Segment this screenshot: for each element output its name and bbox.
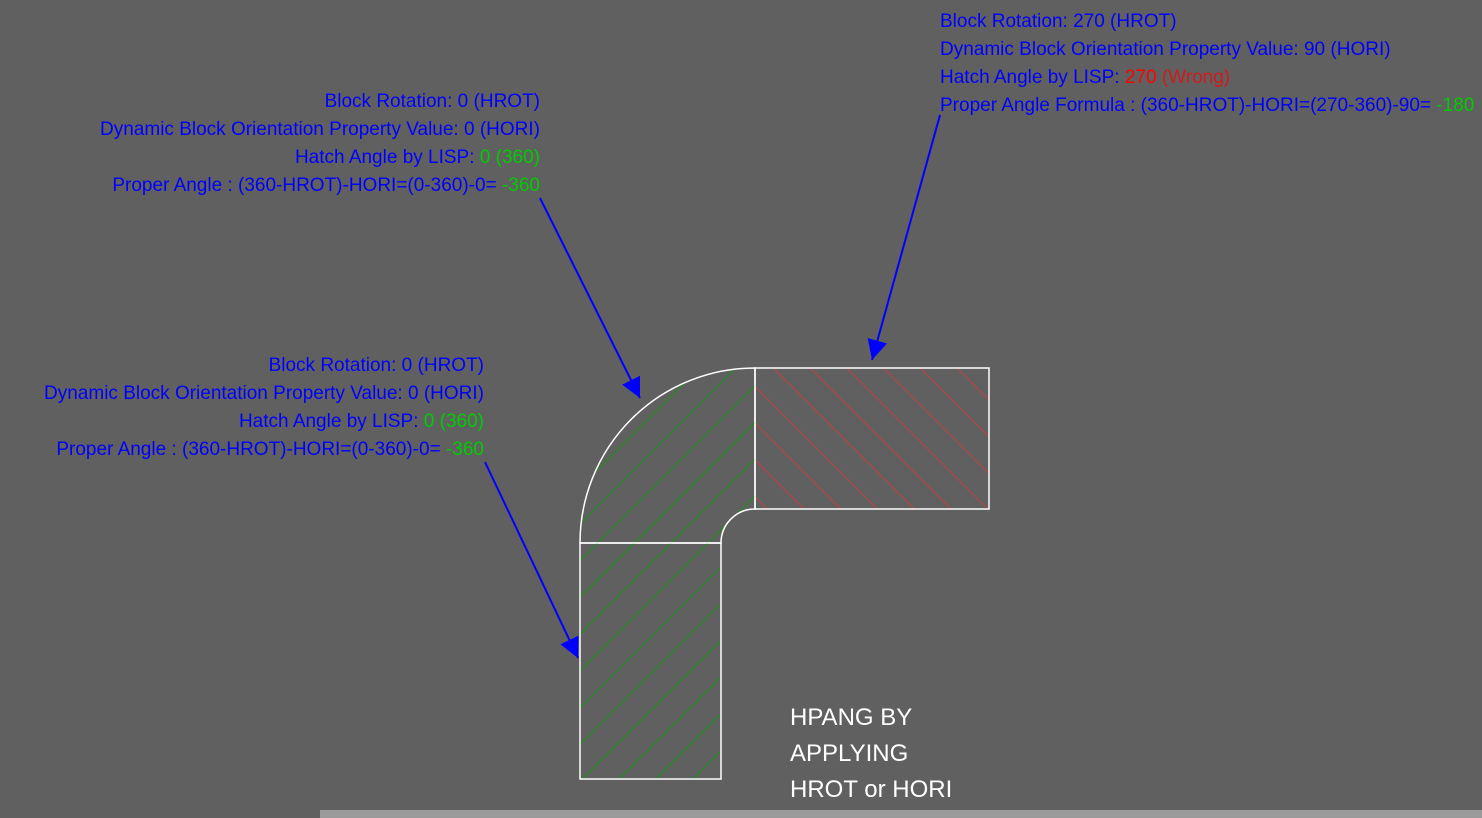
anno3-line1-value: 270 (HROT)	[1068, 11, 1177, 32]
anno2-line2-value: 0 (HORI)	[403, 383, 484, 404]
arrow-anno3	[872, 115, 940, 360]
anno1-line2-label: Dynamic Block Orientation Property Value…	[100, 119, 459, 140]
anno3-line4-value: -180	[1431, 95, 1474, 116]
caption-line3: HROT or HORI	[790, 772, 952, 808]
anno1-line1-value: 0 (HROT)	[452, 91, 540, 112]
anno3-line2: Dynamic Block Orientation Property Value…	[940, 36, 1482, 64]
annotation-3: Block Rotation: 270 (HROT) Dynamic Block…	[940, 8, 1482, 120]
anno3-line4-label: Proper Angle Formula : (360-HROT)-HORI=(…	[940, 95, 1431, 116]
anno1-line2: Dynamic Block Orientation Property Value…	[0, 116, 540, 144]
anno2-line4-label: Proper Angle : (360-HROT)-HORI=(0-360)-0…	[56, 439, 440, 460]
block-red-rect	[755, 368, 989, 509]
anno2-line1-label: Block Rotation:	[269, 355, 397, 376]
anno3-line2-value: 90 (HORI)	[1299, 39, 1391, 60]
block-green-rect	[580, 543, 721, 779]
anno2-line3-label: Hatch Angle by LISP:	[239, 411, 419, 432]
block-green-elbow	[580, 368, 755, 543]
anno1-line4-label: Proper Angle : (360-HROT)-HORI=(0-360)-0…	[112, 175, 496, 196]
anno1-line4: Proper Angle : (360-HROT)-HORI=(0-360)-0…	[0, 172, 540, 200]
anno2-line3-value: 0 (360)	[419, 411, 484, 432]
anno2-line1: Block Rotation: 0 (HROT)	[0, 352, 484, 380]
caption-line2: APPLYING	[790, 736, 952, 772]
anno1-line1: Block Rotation: 0 (HROT)	[0, 88, 540, 116]
anno1-line3-value: 0 (360)	[475, 147, 540, 168]
anno1-line1-label: Block Rotation:	[325, 91, 453, 112]
anno2-line4: Proper Angle : (360-HROT)-HORI=(0-360)-0…	[0, 436, 484, 464]
caption-line1: HPANG BY	[790, 700, 952, 736]
anno3-line3: Hatch Angle by LISP: 270 (Wrong)	[940, 64, 1482, 92]
anno3-line2-label: Dynamic Block Orientation Property Value…	[940, 39, 1299, 60]
anno3-line3-value-wrong: (Wrong)	[1162, 67, 1230, 88]
arrow-anno1	[540, 198, 640, 398]
arrow-anno2	[485, 462, 578, 658]
anno3-line4: Proper Angle Formula : (360-HROT)-HORI=(…	[940, 92, 1482, 120]
anno2-line2-label: Dynamic Block Orientation Property Value…	[44, 383, 403, 404]
anno1-line3: Hatch Angle by LISP: 0 (360)	[0, 144, 540, 172]
anno1-line3-label: Hatch Angle by LISP:	[295, 147, 475, 168]
annotation-1: Block Rotation: 0 (HROT) Dynamic Block O…	[0, 88, 540, 200]
bottom-bar	[320, 810, 1482, 818]
anno3-line3-value-red: 270	[1125, 67, 1162, 88]
anno2-line1-value: 0 (HROT)	[396, 355, 484, 376]
anno3-line1: Block Rotation: 270 (HROT)	[940, 8, 1482, 36]
annotation-2: Block Rotation: 0 (HROT) Dynamic Block O…	[0, 352, 484, 464]
anno2-line2: Dynamic Block Orientation Property Value…	[0, 380, 484, 408]
anno2-line4-value: -360	[441, 439, 484, 460]
anno3-line1-label: Block Rotation:	[940, 11, 1068, 32]
anno2-line3: Hatch Angle by LISP: 0 (360)	[0, 408, 484, 436]
anno1-line4-value: -360	[497, 175, 540, 196]
anno3-line3-label: Hatch Angle by LISP:	[940, 67, 1125, 88]
anno1-line2-value: 0 (HORI)	[459, 119, 540, 140]
caption: HPANG BY APPLYING HROT or HORI	[790, 700, 952, 808]
